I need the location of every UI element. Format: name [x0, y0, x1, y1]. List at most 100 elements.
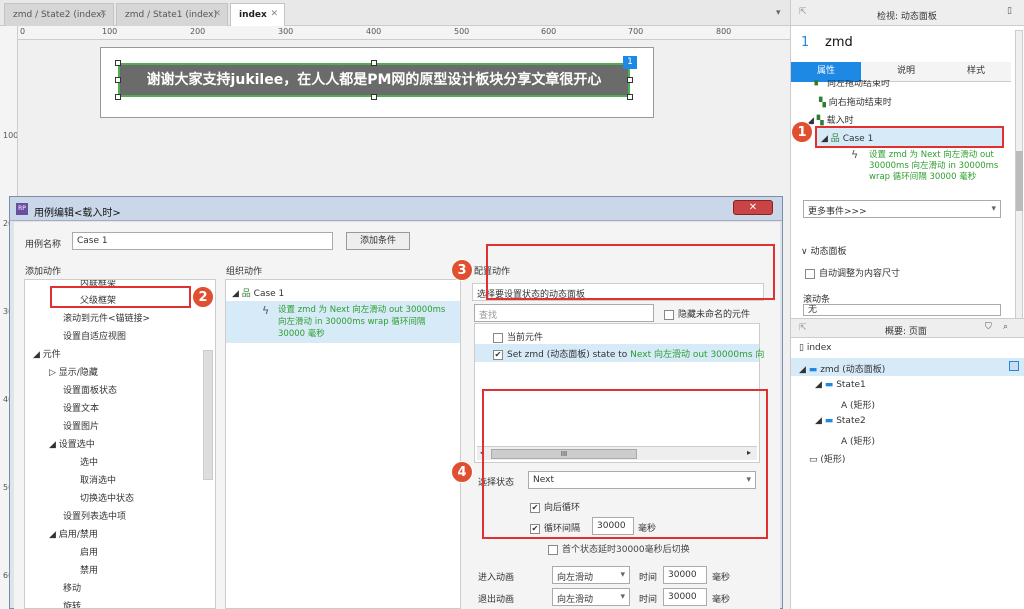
rectangle-icon: ▭	[809, 455, 821, 465]
outline-item-state1[interactable]: ◢ ▬ State1	[815, 380, 866, 390]
collapse-icon[interactable]: ▷	[49, 368, 59, 378]
page-icon: ▯	[799, 343, 807, 353]
axure-logo-icon: RP	[16, 203, 28, 215]
selected-action-row[interactable]: ϟ 设置 zmd 为 Next 向左滑动 out 30000ms 向左滑动 in…	[226, 301, 460, 343]
chevron-down-icon[interactable]: ▾	[776, 8, 781, 18]
action-group-show-hide[interactable]: ▷ 显示/隐藏	[49, 365, 98, 378]
expand-icon[interactable]: ◢	[815, 416, 825, 426]
checkbox-box[interactable]	[805, 268, 815, 279]
ms-label: 毫秒	[712, 595, 731, 605]
panel-state-row[interactable]: ✔ Set zmd (动态面板) state to Next 向左滑动 out 3…	[475, 344, 764, 362]
scrollbar-thumb[interactable]	[203, 350, 213, 480]
close-icon[interactable]: ✕	[213, 9, 221, 19]
checkbox-box[interactable]	[664, 309, 674, 320]
resize-handle[interactable]	[371, 60, 377, 66]
action-item[interactable]: 设置图片	[63, 419, 99, 432]
close-icon[interactable]: ✕	[270, 9, 278, 19]
chevron-down-icon[interactable]: ▾	[620, 592, 625, 602]
checkbox-box[interactable]	[493, 332, 503, 343]
expand-icon[interactable]: ◢	[815, 380, 825, 390]
inspector-scrollbar[interactable]	[1015, 30, 1023, 330]
highlight-box	[486, 244, 775, 300]
auto-fit-checkbox[interactable]: 自动调整为内容尺寸	[805, 266, 900, 279]
action-item[interactable]: 切换选中状态	[80, 491, 134, 504]
hide-unnamed-checkbox[interactable]: 隐藏未命名的元件	[664, 307, 750, 320]
action-group-widget[interactable]: ◢ 元件	[33, 347, 61, 360]
event-row[interactable]: ▚ 向左拖动结束时	[811, 80, 1011, 88]
action-item[interactable]: 选中	[80, 455, 98, 468]
tab-zmd-state2[interactable]: zmd / State2 (index) ✕	[4, 3, 114, 26]
checkbox-box[interactable]	[548, 544, 558, 555]
filter-icon[interactable]: ⛉	[985, 322, 992, 332]
action-item[interactable]: 禁用	[80, 563, 98, 576]
chevron-down-icon[interactable]: ▾	[620, 570, 625, 580]
outline-root[interactable]: ▯ index	[799, 343, 831, 353]
action-item[interactable]: 取消选中	[80, 473, 116, 486]
checkbox-checked[interactable]: ✔	[493, 349, 503, 360]
outline-item-zmd[interactable]: ◢ ▬ zmd (动态面板)	[791, 358, 1024, 376]
enter-anim-select[interactable]: 向左滑动 ▾	[552, 566, 630, 584]
ruler-label: 300	[278, 27, 294, 36]
action-item[interactable]: 旋转	[63, 599, 81, 608]
action-item[interactable]: 设置面板状态	[63, 383, 117, 396]
outline-item-rect[interactable]: A (矩形)	[841, 398, 875, 411]
expand-icon[interactable]: ◢	[49, 440, 59, 450]
close-button[interactable]: ✕	[733, 200, 773, 215]
action-item[interactable]: 设置自适应视图	[63, 329, 126, 342]
tab-zmd-state1[interactable]: zmd / State1 (index) ✕	[116, 3, 228, 26]
resize-handle[interactable]	[115, 77, 121, 83]
exit-anim-select[interactable]: 向左滑动 ▾	[552, 588, 630, 606]
chevron-down-icon[interactable]: ▾	[991, 204, 996, 214]
resize-handle[interactable]	[115, 60, 121, 66]
outline-item-rect[interactable]: ▭ (矩形)	[809, 452, 845, 465]
resize-handle[interactable]	[627, 77, 633, 83]
outline-item-state2[interactable]: ◢ ▬ State2	[815, 416, 866, 426]
event-row[interactable]: ▚ 向右拖动结束时	[819, 95, 892, 108]
add-condition-button[interactable]: 添加条件	[346, 232, 410, 250]
section-dynamic-panel[interactable]: ∨ 动态面板	[801, 244, 846, 257]
scrollbar-thumb[interactable]	[1016, 151, 1023, 211]
resize-handle[interactable]	[627, 94, 633, 100]
tab-properties[interactable]: 属性	[791, 62, 861, 82]
action-item[interactable]: 移动	[63, 581, 81, 594]
tab-notes[interactable]: 说明	[871, 62, 941, 82]
case-icon: 品	[241, 289, 254, 299]
action-item[interactable]: 启用	[80, 545, 98, 558]
event-row-onload[interactable]: ◢ ▚ 载入时	[807, 113, 854, 126]
search-icon[interactable]: ⌕	[1003, 322, 1008, 332]
collapse-icon[interactable]: ⇱	[799, 7, 807, 17]
action-item[interactable]: 设置文本	[63, 401, 99, 414]
more-events-select[interactable]: 更多事件>>> ▾	[803, 200, 1001, 218]
page-icon[interactable]: ▯	[1007, 6, 1012, 16]
action-group-enable[interactable]: ◢ 启用/禁用	[49, 527, 98, 540]
ruler-label: 100	[102, 27, 118, 36]
expand-icon[interactable]: ◢	[49, 530, 59, 540]
first-delay-checkbox[interactable]: 首个状态延时30000毫秒后切换	[548, 542, 690, 555]
scrollbar-value: 无	[808, 305, 818, 315]
close-icon[interactable]: ✕	[99, 9, 107, 19]
action-item[interactable]: 设置列表选中项	[63, 509, 126, 522]
case-node[interactable]: ◢ 品 Case 1	[232, 286, 284, 299]
action-group-set-selected[interactable]: ◢ 设置选中	[49, 437, 95, 450]
tab-index[interactable]: index ✕	[230, 3, 285, 26]
resize-handle[interactable]	[371, 94, 377, 100]
widget-name[interactable]: zmd	[825, 35, 853, 50]
scrollbar-select[interactable]: 无	[803, 304, 1001, 316]
expand-icon[interactable]: ◢	[799, 365, 809, 375]
action-item[interactable]: 滚动到元件<锚链接>	[63, 311, 150, 324]
current-widget-row[interactable]: 当前元件	[493, 330, 543, 343]
expand-icon[interactable]: ◢	[33, 350, 43, 360]
search-input[interactable]: 查找	[474, 304, 654, 322]
banner-rectangle[interactable]: 谢谢大家支持jukilee，在人人都是PM网的原型设计板块分享文章很开心	[118, 63, 630, 97]
resize-handle[interactable]	[115, 94, 121, 100]
case-name-input[interactable]: Case 1	[72, 232, 333, 250]
exit-time-input[interactable]: 30000	[663, 588, 707, 606]
collapse-icon[interactable]: ⇱	[799, 323, 807, 333]
visibility-icon[interactable]	[1009, 361, 1019, 371]
enter-time-input[interactable]: 30000	[663, 566, 707, 584]
action-group-label: 显示/隐藏	[58, 368, 98, 378]
expand-icon[interactable]: ◢	[232, 289, 242, 299]
outline-item-rect[interactable]: A (矩形)	[841, 434, 875, 447]
tab-style[interactable]: 样式	[941, 62, 1011, 82]
ruler-label: 200	[190, 27, 206, 36]
